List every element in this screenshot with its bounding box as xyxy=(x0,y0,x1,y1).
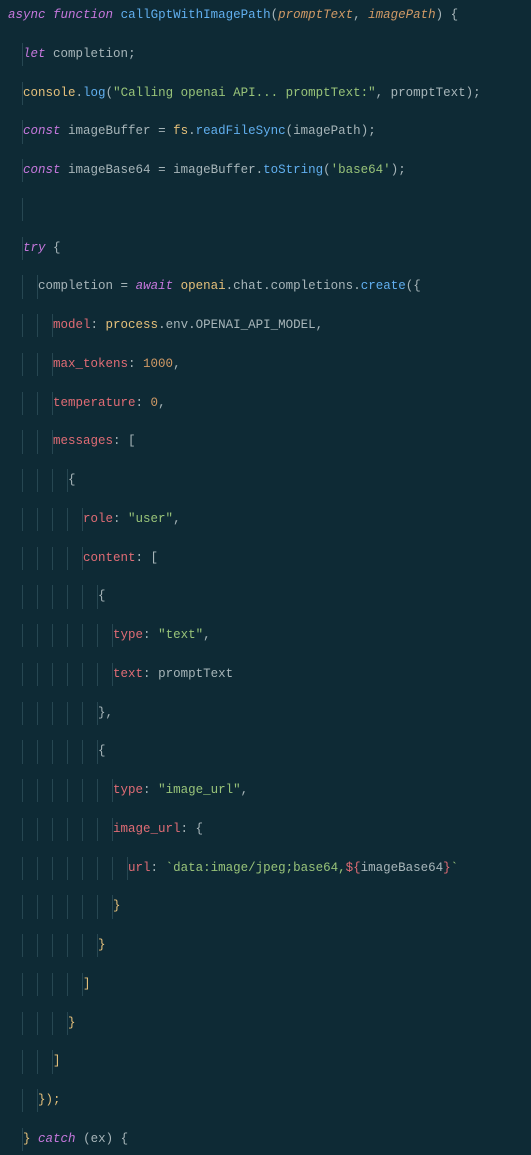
var-imageBuffer: imageBuffer xyxy=(68,124,151,138)
num-1000: 1000 xyxy=(143,357,173,371)
key-url: url xyxy=(128,861,151,875)
key-text: text xyxy=(113,667,143,681)
key-messages: messages xyxy=(53,434,113,448)
arg-imagePath: imagePath xyxy=(293,124,361,138)
tmpl-prefix: `data:image/jpeg;base64, xyxy=(166,861,346,875)
fn-log: log xyxy=(83,86,106,100)
val-promptText: promptText xyxy=(158,667,233,681)
str-text: "text" xyxy=(158,628,203,642)
keyword-try: try xyxy=(23,241,46,255)
keyword-catch: catch xyxy=(38,1132,76,1146)
key-temperature: temperature xyxy=(53,396,136,410)
key-model: model xyxy=(53,318,91,332)
str-user: "user" xyxy=(128,512,173,526)
keyword-const: const xyxy=(23,163,61,177)
param-promptText: promptText xyxy=(278,8,353,22)
param-imagePath: imagePath xyxy=(368,8,436,22)
key-type-text: type xyxy=(113,628,143,642)
tmpl-backtick: ` xyxy=(451,861,459,875)
arg-promptText: promptText xyxy=(391,86,466,100)
key-max-tokens: max_tokens xyxy=(53,357,128,371)
keyword-async: async xyxy=(8,8,46,22)
tmpl-dollar: ${ xyxy=(346,861,361,875)
fn-readFileSync: readFileSync xyxy=(196,124,286,138)
prop-env: env xyxy=(166,318,189,332)
function-name: callGptWithImagePath xyxy=(121,8,271,22)
tmpl-end: } xyxy=(443,861,451,875)
string-base64: 'base64' xyxy=(331,163,391,177)
keyword-function: function xyxy=(53,8,113,22)
str-image-url: "image_url" xyxy=(158,783,241,797)
key-content: content xyxy=(83,551,136,565)
fn-toString: toString xyxy=(263,163,323,177)
string-literal: "Calling openai API... promptText:" xyxy=(113,86,376,100)
prop-model: OPENAI_API_MODEL xyxy=(196,318,316,332)
obj-imageBuffer: imageBuffer xyxy=(173,163,256,177)
obj-console: console xyxy=(23,86,76,100)
key-image-url: image_url xyxy=(113,822,181,836)
obj-openai: openai xyxy=(181,279,226,293)
code-block: async function callGptWithImagePath(prom… xyxy=(0,0,531,1155)
keyword-await: await xyxy=(136,279,174,293)
fn-create: create xyxy=(361,279,406,293)
var-imageBase64: imageBase64 xyxy=(68,163,151,177)
catch-ex: ex xyxy=(91,1132,106,1146)
num-0: 0 xyxy=(151,396,159,410)
key-type-image: type xyxy=(113,783,143,797)
keyword-const: const xyxy=(23,124,61,138)
keyword-let: let xyxy=(23,47,46,61)
var-completion: completion xyxy=(53,47,128,61)
obj-fs: fs xyxy=(173,124,188,138)
obj-process: process xyxy=(106,318,159,332)
tmpl-id: imageBase64 xyxy=(361,861,444,875)
prop-completions: completions xyxy=(271,279,354,293)
lhs-completion: completion xyxy=(38,279,113,293)
key-role: role xyxy=(83,512,113,526)
prop-chat: chat xyxy=(233,279,263,293)
